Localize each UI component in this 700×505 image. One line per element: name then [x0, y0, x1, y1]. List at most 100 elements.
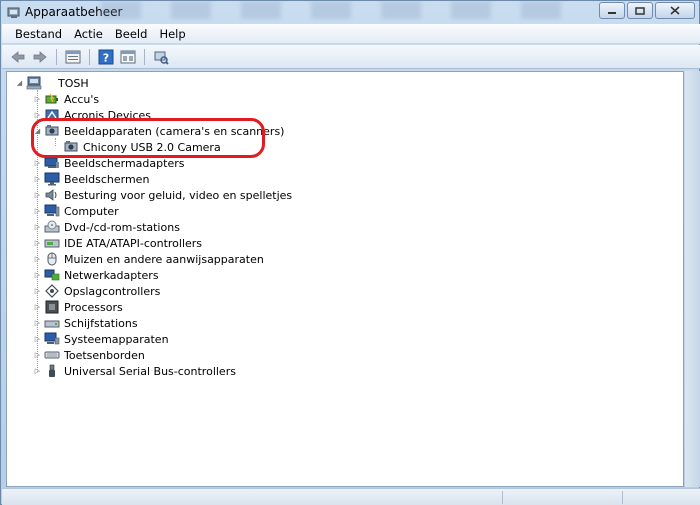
- back-arrow-icon: [11, 50, 25, 63]
- tree-item-beeldschermen[interactable]: ▷ Beeldschermen: [33, 171, 149, 187]
- menu-beeld[interactable]: Beeld: [109, 24, 154, 44]
- expand-arrow-icon[interactable]: ▷: [33, 159, 42, 168]
- disk-drive-icon: [44, 320, 60, 328]
- tree-item-dvd-cd-rom[interactable]: ▷ Dvd-/cd-rom-stations: [33, 219, 180, 235]
- processor-icon: [45, 300, 59, 314]
- expand-arrow-icon[interactable]: ▷: [33, 367, 42, 376]
- sound-icon: [45, 189, 57, 201]
- tree-item-label: Systeemapparaten: [64, 332, 169, 346]
- tree-item-label: Computer: [64, 204, 119, 218]
- svg-text:?: ?: [103, 51, 109, 64]
- battery-icon: [45, 93, 58, 104]
- minimize-icon: [608, 11, 616, 14]
- display-adapter-icon: [44, 157, 59, 168]
- window-controls: [599, 2, 695, 19]
- help-button[interactable]: ?: [96, 47, 116, 67]
- close-icon: [670, 6, 680, 15]
- menu-bestand[interactable]: Bestand: [2, 24, 68, 44]
- toolbar-separator: [56, 48, 57, 65]
- tree-item-label: Universal Serial Bus-controllers: [64, 364, 236, 378]
- expand-arrow-icon[interactable]: ▷: [33, 319, 42, 328]
- expand-arrow-icon[interactable]: ▷: [33, 303, 42, 312]
- minimize-button[interactable]: [599, 2, 625, 19]
- tree-item-label: Accu's: [64, 92, 100, 106]
- menu-actie[interactable]: Actie: [68, 24, 109, 44]
- expand-arrow-icon[interactable]: ▷: [33, 175, 42, 184]
- maximize-button[interactable]: [627, 2, 653, 19]
- tree-item-label: Beeldschermen: [64, 172, 150, 186]
- status-separator: [622, 491, 623, 504]
- tree-item-label: Schijfstations: [64, 316, 138, 330]
- expand-arrow-icon[interactable]: ▷: [33, 207, 42, 216]
- tree-item-besturing-geluid[interactable]: ▷ Besturing voor geluid, video en spelle…: [33, 187, 292, 203]
- tree-item-netwerkadapters[interactable]: ▷ Netwerkadapters: [33, 267, 159, 283]
- status-bar: [2, 488, 700, 505]
- view-button[interactable]: [118, 47, 138, 67]
- expand-arrow-icon[interactable]: ▷: [33, 95, 42, 104]
- tree-item-label: Netwerkadapters: [64, 268, 159, 282]
- back-button[interactable]: [8, 47, 28, 67]
- expand-arrow-icon[interactable]: ▷: [33, 351, 42, 360]
- tree-item-label: IDE ATA/ATAPI-controllers: [64, 236, 203, 250]
- toolbar-separator: [89, 48, 90, 65]
- device-manager-window: Apparaatbeheer Bestand Actie Beeld Help: [0, 0, 700, 505]
- toolbar: ?: [2, 45, 700, 69]
- maximize-icon: [635, 6, 645, 15]
- tree-item-ide-ata[interactable]: ▷ IDE ATA/ATAPI-controllers: [33, 235, 202, 251]
- device-tree-panel[interactable]: ◢ TOSH ▷ Accu's ▷ Acronis Devices ◢ Beel…: [6, 71, 684, 487]
- monitor-icon: [44, 172, 60, 186]
- forward-arrow-icon: [33, 50, 47, 63]
- toolbar-separator: [144, 48, 145, 65]
- tree-item-muizen[interactable]: ▷ Muizen en andere aanwijsapparaten: [33, 251, 264, 267]
- tree-item-label: Beeldschermadapters: [64, 156, 185, 170]
- properties-button[interactable]: [63, 47, 83, 67]
- expand-arrow-icon[interactable]: ▷: [33, 255, 42, 264]
- tree-item-toetsenborden[interactable]: ▷ Toetsenborden: [33, 347, 145, 363]
- usb-icon: [49, 364, 55, 377]
- menu-bar: Bestand Actie Beeld Help: [2, 24, 700, 44]
- tree-item-label: Opslagcontrollers: [64, 284, 161, 298]
- expand-arrow-icon[interactable]: ▷: [33, 287, 42, 296]
- system-device-icon: [44, 332, 60, 345]
- title-bar[interactable]: Apparaatbeheer: [1, 1, 699, 23]
- menu-help[interactable]: Help: [153, 24, 191, 44]
- expand-arrow-icon[interactable]: ▷: [33, 239, 42, 248]
- tree-root-label: TOSH: [58, 76, 89, 90]
- status-separator: [502, 491, 503, 504]
- tree-item-computer[interactable]: ▷ Computer: [33, 203, 119, 219]
- storage-controller-icon: [45, 284, 59, 298]
- tree-item-label: Besturing voor geluid, video en spelletj…: [64, 188, 293, 202]
- computer-icon: [44, 204, 60, 217]
- background-taskbar-ghost: [101, 1, 581, 19]
- tree-item-label: Toetsenborden: [64, 348, 145, 362]
- tree-item-label: Muizen en andere aanwijsapparaten: [64, 252, 264, 266]
- tree-item-usb-controllers[interactable]: ▷ Universal Serial Bus-controllers: [33, 363, 236, 379]
- mouse-icon: [47, 252, 57, 266]
- tree-item-label: Processors: [64, 300, 123, 314]
- tree-root[interactable]: ◢ TOSH: [15, 75, 89, 91]
- tree-item-accus[interactable]: ▷ Accu's: [33, 91, 99, 107]
- tree-item-schijfstations[interactable]: ▷ Schijfstations: [33, 315, 138, 331]
- keyboard-icon: [44, 351, 60, 359]
- computer-root-icon: [26, 76, 42, 90]
- view-icon: [120, 50, 136, 63]
- tree-item-processors[interactable]: ▷ Processors: [33, 299, 123, 315]
- expand-arrow-icon[interactable]: ▷: [33, 335, 42, 344]
- tree-item-systeemapparaten[interactable]: ▷ Systeemapparaten: [33, 331, 169, 347]
- device-manager-icon: [7, 7, 20, 18]
- tree-item-label: Dvd-/cd-rom-stations: [64, 220, 180, 234]
- right-edge-strip: [685, 71, 700, 487]
- red-highlight-annotation: [31, 118, 265, 158]
- scan-hardware-button[interactable]: [151, 47, 171, 67]
- expand-arrow-icon[interactable]: ▷: [33, 271, 42, 280]
- collapse-arrow-icon[interactable]: ◢: [15, 79, 24, 88]
- scan-hardware-icon: [154, 51, 169, 65]
- close-button[interactable]: [655, 2, 695, 19]
- properties-icon: [65, 50, 81, 63]
- forward-button[interactable]: [30, 47, 50, 67]
- ide-controller-icon: [44, 239, 60, 248]
- expand-arrow-icon[interactable]: ▷: [33, 223, 42, 232]
- network-adapter-icon: [44, 269, 60, 281]
- expand-arrow-icon[interactable]: ▷: [33, 191, 42, 200]
- tree-item-opslagcontrollers[interactable]: ▷ Opslagcontrollers: [33, 283, 160, 299]
